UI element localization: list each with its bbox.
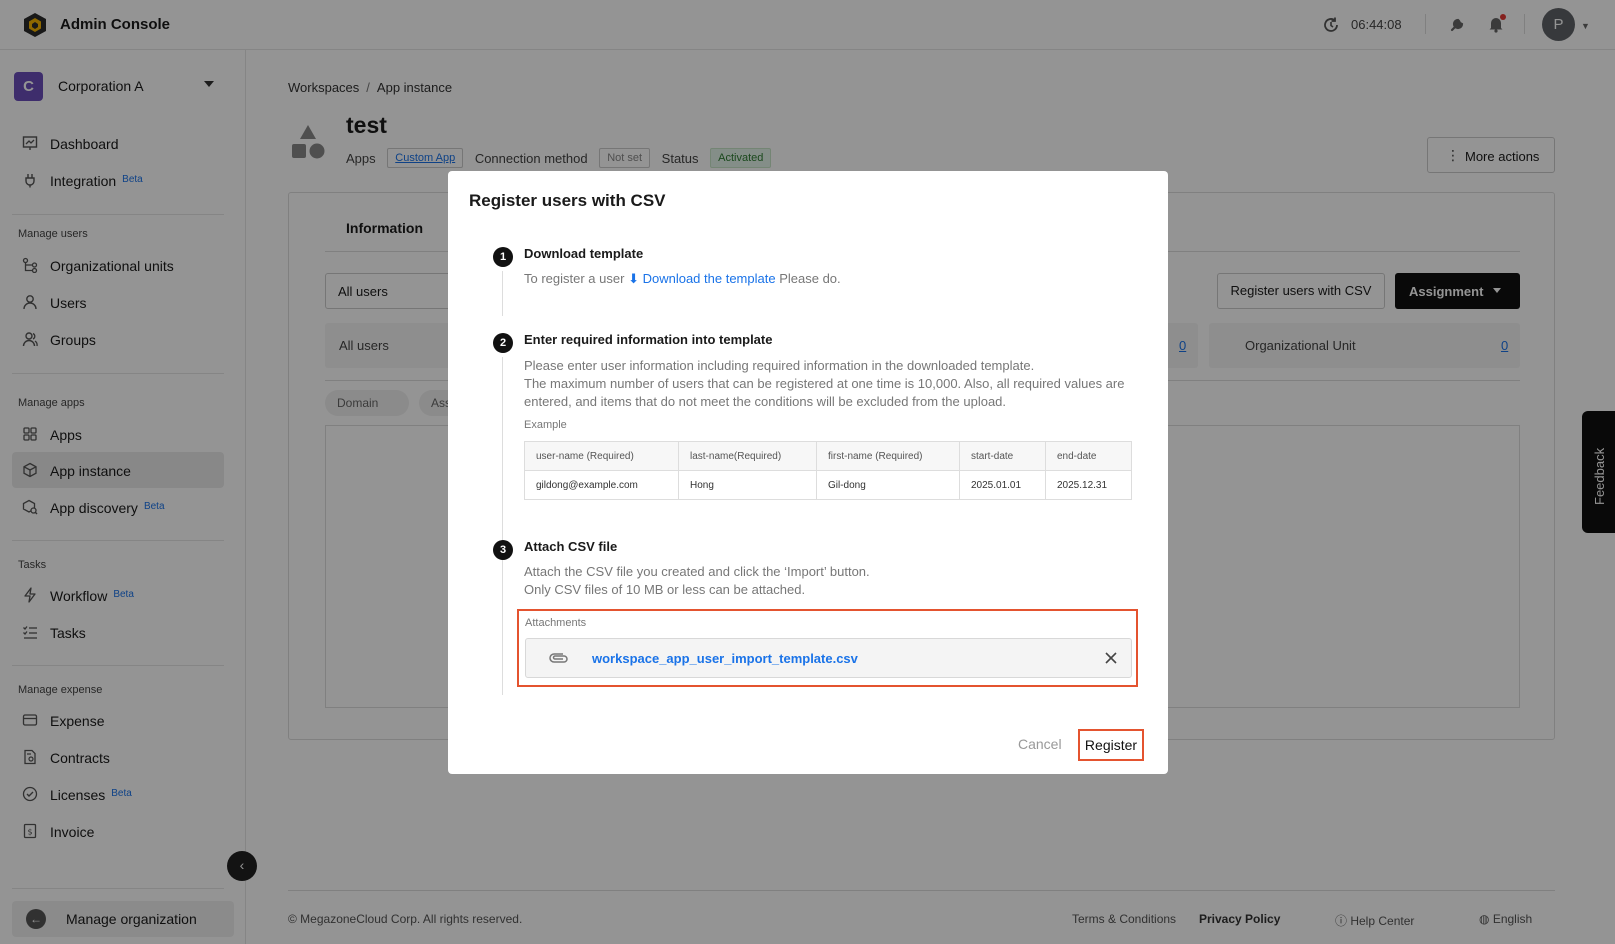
example-label: Example <box>524 419 567 431</box>
table-header: first-name (Required) <box>816 441 960 471</box>
table-cell: 2025.12.31 <box>1045 470 1132 500</box>
step-description: To register a user ⬇ Download the templa… <box>524 270 1134 288</box>
table-header-row: user-name (Required) last-name(Required)… <box>524 441 1132 471</box>
step-number: 2 <box>493 333 513 353</box>
table-cell: 2025.01.01 <box>959 470 1046 500</box>
step-connector <box>502 271 503 316</box>
step-description-line: Only CSV files of 10 MB or less can be a… <box>524 582 806 597</box>
attached-file-name[interactable]: workspace_app_user_import_template.csv <box>592 651 858 666</box>
dialog-title: Register users with CSV <box>469 191 666 210</box>
table-header: start-date <box>959 441 1046 471</box>
register-button[interactable]: Register <box>1078 729 1144 761</box>
table-header: user-name (Required) <box>524 441 679 471</box>
step-title: Enter required information into template <box>524 332 773 347</box>
download-prefix: To register a user <box>524 271 625 286</box>
download-template-label: Download the template <box>642 271 776 286</box>
attachments-field: Attachments workspace_app_user_import_te… <box>517 609 1138 687</box>
step-description-line: The maximum number of users that can be … <box>524 376 1125 409</box>
table-cell: Gil-dong <box>816 470 960 500</box>
attachments-label: Attachments <box>525 617 587 629</box>
cancel-button[interactable]: Cancel <box>1018 736 1062 752</box>
step-description-line: Attach the CSV file you created and clic… <box>524 564 870 579</box>
step-connector <box>502 357 503 695</box>
step-description: Please enter user information including … <box>524 357 1134 411</box>
step-description: Attach the CSV file you created and clic… <box>524 563 1134 599</box>
download-suffix: Please do. <box>779 271 841 286</box>
download-template-link[interactable]: ⬇ Download the template <box>628 271 776 286</box>
attached-file: workspace_app_user_import_template.csv <box>525 638 1132 678</box>
close-icon[interactable] <box>1103 650 1119 666</box>
register-users-csv-dialog: Register users with CSV 1 Download templ… <box>448 171 1168 774</box>
table-header: end-date <box>1045 441 1132 471</box>
download-icon: ⬇ <box>628 271 639 286</box>
table-cell: Hong <box>678 470 817 500</box>
table-cell: gildong@example.com <box>524 470 679 500</box>
table-row: gildong@example.com Hong Gil-dong 2025.0… <box>524 470 1132 500</box>
step-title: Download template <box>524 246 644 261</box>
step-number: 1 <box>493 247 513 267</box>
step-description-line: Please enter user information including … <box>524 358 1035 373</box>
paperclip-icon <box>549 653 568 663</box>
example-table: user-name (Required) last-name(Required)… <box>524 441 1132 500</box>
step-title: Attach CSV file <box>524 539 618 554</box>
step-number: 3 <box>493 540 513 560</box>
table-header: last-name(Required) <box>678 441 817 471</box>
